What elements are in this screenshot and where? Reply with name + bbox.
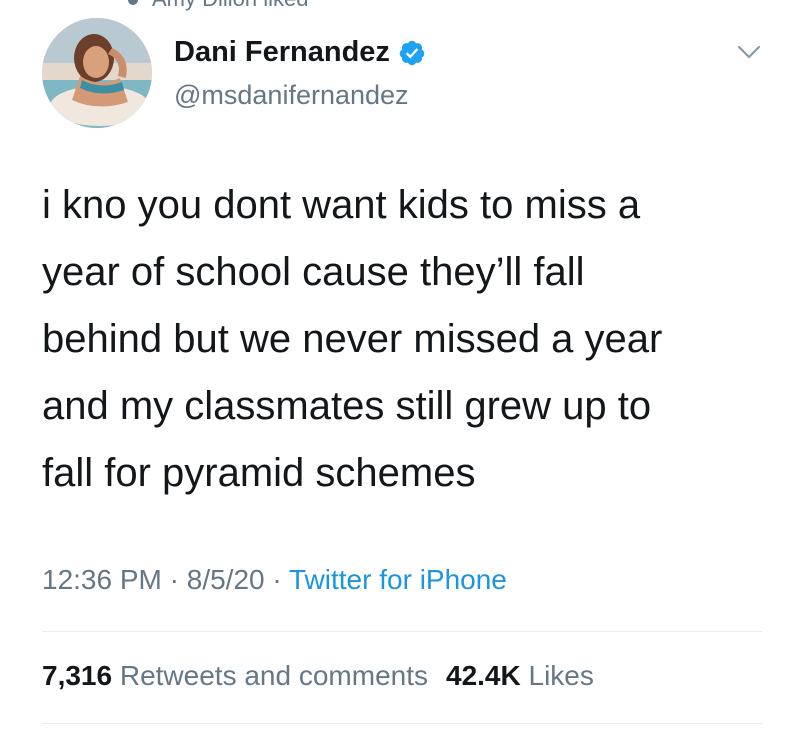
- social-context[interactable]: Amy Dillon liked: [128, 0, 309, 12]
- verified-badge-icon: [398, 39, 426, 67]
- meta-separator: ·: [161, 564, 187, 595]
- tweet-time[interactable]: 12:36 PM: [42, 564, 162, 595]
- chevron-down-icon[interactable]: [734, 40, 764, 64]
- tweet-meta: 12:36 PM · 8/5/20 · Twitter for iPhone: [42, 564, 507, 596]
- like-indicator-icon: [128, 0, 138, 6]
- likes-label: Likes: [528, 660, 594, 691]
- likes-count: 42.4K: [446, 660, 521, 691]
- tweet-line: year of school cause they’ll fall: [42, 250, 585, 294]
- avatar-photo: [42, 18, 152, 128]
- tweet-source-link[interactable]: Twitter for iPhone: [289, 564, 507, 595]
- social-context-text: Amy Dillon liked: [152, 0, 309, 11]
- divider: [42, 631, 762, 632]
- tweet-line: i kno you dont want kids to miss a: [42, 183, 641, 227]
- retweets-count: 7,316: [42, 660, 113, 691]
- meta-separator: ·: [264, 564, 289, 595]
- tweet-line: behind but we never missed a year: [42, 317, 663, 361]
- tweet-line: fall for pyramid schemes: [42, 451, 476, 495]
- divider: [42, 723, 762, 724]
- author-row[interactable]: Dani Fernandez: [174, 36, 426, 69]
- avatar[interactable]: [42, 18, 152, 128]
- tweet-date[interactable]: 8/5/20: [187, 564, 265, 595]
- tweet-text: i kno you dont want kids to miss a year …: [42, 172, 762, 507]
- likes-stat[interactable]: 42.4K Likes: [446, 660, 594, 691]
- retweets-label: Retweets and comments: [119, 660, 428, 691]
- tweet-line: and my classmates still grew up to: [42, 384, 652, 428]
- display-name[interactable]: Dani Fernandez: [174, 36, 390, 69]
- author-handle[interactable]: @msdanifernandez: [174, 80, 409, 111]
- tweet-stats: 7,316 Retweets and comments 42.4K Likes: [42, 660, 594, 692]
- retweets-stat[interactable]: 7,316 Retweets and comments: [42, 660, 428, 691]
